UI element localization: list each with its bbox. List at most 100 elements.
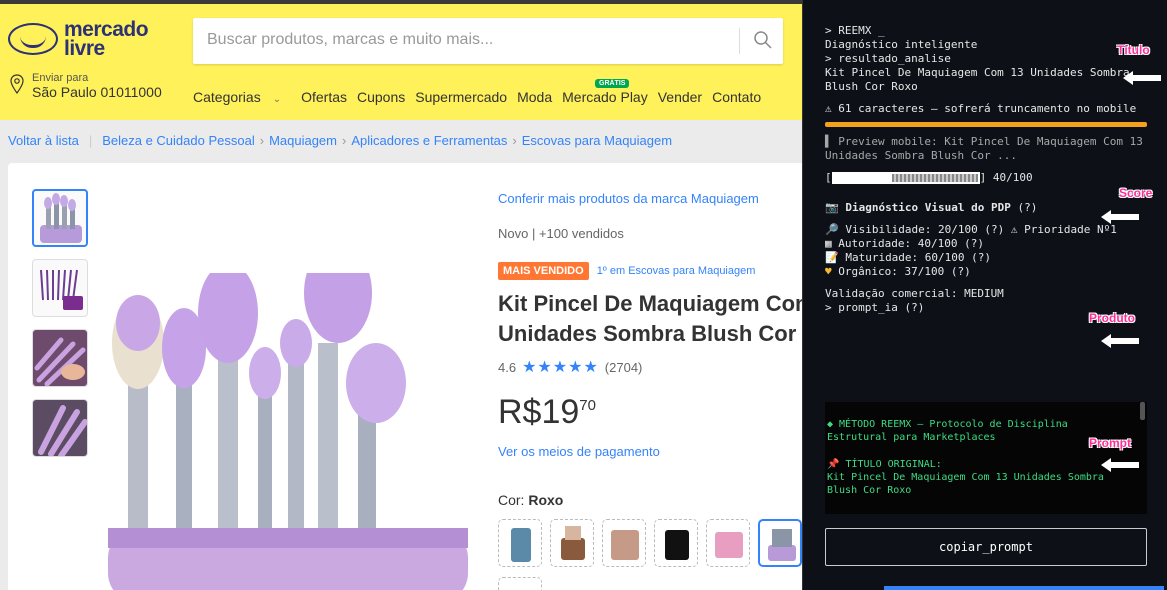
brushes-closeup-thumbnail-image bbox=[33, 400, 87, 456]
rating[interactable]: 4.6 ★★★★★ (2704) bbox=[498, 357, 642, 377]
annotation-tag-titulo: Título bbox=[1117, 43, 1150, 57]
help-link[interactable]: (?) bbox=[984, 223, 1004, 236]
arrow-left-icon bbox=[1101, 334, 1139, 348]
bestseller-row: MAIS VENDIDO 1º em Escovas para Maquiage… bbox=[498, 262, 755, 280]
chevron-right-icon: › bbox=[259, 133, 265, 148]
color-swatch-selected[interactable] bbox=[758, 519, 802, 567]
color-swatch[interactable] bbox=[706, 519, 750, 567]
nav-contato[interactable]: Contato bbox=[712, 89, 761, 105]
product-thumbnail[interactable] bbox=[32, 329, 88, 387]
swatch-blue-image bbox=[511, 528, 531, 562]
visibility-score: Visibilidade: 20/100 bbox=[845, 223, 978, 236]
brush-set-thumbnail-image bbox=[40, 269, 83, 310]
swatch-nude-image bbox=[611, 530, 639, 560]
color-label: Cor: bbox=[498, 492, 525, 508]
back-to-list-link[interactable]: Voltar à lista bbox=[8, 133, 79, 148]
help-link[interactable]: (?) bbox=[951, 265, 971, 278]
score-line: [ ] 40/100 bbox=[825, 171, 1155, 185]
annotation-tag-produto: Produto bbox=[1089, 311, 1135, 325]
nav-vender[interactable]: Vender bbox=[658, 89, 702, 105]
product-thumbnail[interactable] bbox=[32, 399, 88, 457]
score-bar bbox=[831, 172, 980, 184]
price-cents: 70 bbox=[579, 397, 596, 414]
brush-kit-thumbnail-image bbox=[40, 193, 82, 243]
original-title: Kit Pincel De Maquiagem Com 13 Unidades … bbox=[827, 472, 1104, 496]
color-swatches bbox=[498, 519, 810, 567]
score-value: ] 40/100 bbox=[979, 171, 1033, 184]
gratis-badge: GRÁTIS bbox=[595, 79, 630, 88]
nav-mercado-play[interactable]: Mercado Play bbox=[562, 89, 648, 105]
star-icon: ★★★★★ bbox=[522, 359, 599, 376]
original-title-label: 📌 TÍTULO ORIGINAL: bbox=[827, 459, 942, 470]
color-swatch[interactable] bbox=[654, 519, 698, 567]
arrow-left-icon bbox=[1123, 71, 1161, 85]
breadcrumb-item[interactable]: Escovas para Maquiagem bbox=[522, 133, 672, 148]
main-nav: Categorias ⌄ Ofertas Cupons Supermercado … bbox=[193, 89, 771, 105]
prompt-textbox[interactable]: ◆ MÉTODO REEMX — Protocolo de Disciplina… bbox=[825, 402, 1147, 514]
product-title-line: Kit Pincel De Maquiagem Com bbox=[498, 291, 808, 316]
organic-line: ♥ Orgânico: 37/100 (?) bbox=[825, 265, 1155, 279]
maturity-score: Maturidade: 60/100 bbox=[845, 251, 965, 264]
color-swatch[interactable] bbox=[498, 577, 542, 590]
camera-icon: 📷 bbox=[825, 201, 846, 214]
product-card: Conferir mais produtos da marca Maquiage… bbox=[8, 163, 808, 590]
breadcrumb: Voltar à lista | Beleza e Cuidado Pessoa… bbox=[8, 133, 672, 148]
arrow-left-icon bbox=[1101, 458, 1139, 472]
help-link[interactable]: (?) bbox=[1018, 201, 1038, 214]
color-selector-label: Cor: Roxo bbox=[498, 492, 563, 508]
annotation-tag-prompt: Prompt bbox=[1089, 436, 1131, 450]
chevron-right-icon: › bbox=[342, 133, 347, 148]
rating-value: 4.6 bbox=[498, 359, 517, 375]
payment-methods-link[interactable]: Ver os meios de pagamento bbox=[498, 444, 660, 459]
brand-link[interactable]: Conferir mais produtos da marca Maquiage… bbox=[498, 191, 759, 206]
review-count: (2704) bbox=[604, 359, 643, 375]
nav-categorias[interactable]: Categorias ⌄ bbox=[193, 89, 291, 105]
building-icon: ▦ bbox=[825, 237, 839, 250]
bottom-strip bbox=[884, 586, 1164, 590]
nav-cupons[interactable]: Cupons bbox=[357, 89, 405, 105]
breadcrumb-item[interactable]: Beleza e Cuidado Pessoal bbox=[102, 133, 255, 148]
copy-prompt-button[interactable]: copiar_prompt bbox=[825, 528, 1147, 566]
product-thumbnail[interactable] bbox=[32, 189, 88, 247]
price-integer: R$19 bbox=[498, 393, 580, 431]
nav-moda[interactable]: Moda bbox=[517, 89, 552, 105]
color-swatch[interactable] bbox=[498, 519, 542, 567]
delivery-location[interactable]: Enviar para São Paulo 01011000 bbox=[10, 72, 162, 100]
product-title: Kit Pincel De Maquiagem Com Unidades Som… bbox=[498, 289, 808, 349]
swatch-brown-image bbox=[561, 526, 585, 560]
color-swatch[interactable] bbox=[602, 519, 646, 567]
swatch-purple-image bbox=[768, 529, 796, 561]
memo-icon: 📝 bbox=[825, 251, 846, 264]
help-link[interactable]: (?) bbox=[964, 237, 984, 250]
terminal-output: > REEMX _ Diagnóstico inteligente > resu… bbox=[825, 24, 1155, 315]
category-rank-link[interactable]: 1º em Escovas para Maquiagem bbox=[597, 265, 756, 277]
magnifier-icon: 🔎 bbox=[825, 223, 846, 236]
search-divider bbox=[739, 28, 740, 54]
authority-score: Autoridade: 40/100 bbox=[838, 237, 958, 250]
arrow-left-icon bbox=[1101, 210, 1139, 224]
hand-with-brushes-thumbnail-image bbox=[33, 330, 87, 386]
bestseller-badge: MAIS VENDIDO bbox=[498, 262, 589, 280]
color-swatch[interactable] bbox=[550, 519, 594, 567]
deliver-label: Enviar para bbox=[32, 72, 89, 84]
product-main-image bbox=[108, 273, 468, 590]
product-thumbnail[interactable] bbox=[32, 259, 88, 317]
location-pin-icon bbox=[10, 74, 24, 94]
search-icon[interactable] bbox=[753, 30, 773, 50]
breadcrumb-item[interactable]: Maquiagem bbox=[269, 133, 337, 148]
chevron-right-icon: › bbox=[512, 133, 517, 148]
logo-line-2: livre bbox=[64, 37, 105, 60]
analyzed-title: Kit Pincel De Maquiagem Com 13 Unidades … bbox=[825, 66, 1130, 93]
help-link[interactable]: (?) bbox=[971, 251, 991, 264]
method-line: ◆ MÉTODO REEMX — Protocolo de Disciplina… bbox=[827, 419, 1068, 443]
mercado-livre-logo[interactable]: mercado livre bbox=[8, 19, 149, 60]
score-bracket: [ bbox=[825, 171, 832, 184]
nav-supermercado[interactable]: Supermercado bbox=[415, 89, 507, 105]
search-input[interactable] bbox=[207, 31, 727, 49]
nav-ofertas[interactable]: Ofertas bbox=[301, 89, 347, 105]
breadcrumb-item[interactable]: Aplicadores e Ferramentas bbox=[351, 133, 507, 148]
color-value: Roxo bbox=[528, 492, 564, 508]
result-header: > resultado_analise bbox=[825, 52, 951, 65]
prompt-scrollbar[interactable] bbox=[1140, 402, 1145, 420]
handshake-icon bbox=[8, 23, 58, 55]
